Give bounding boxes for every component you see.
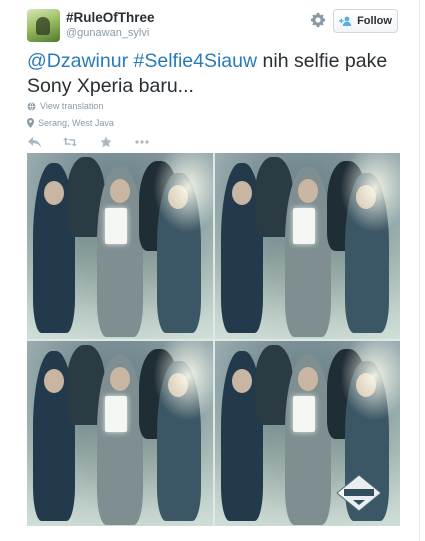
tweet-card: #RuleOfThree @gunawan_sylvi Follow @Dzaw…	[0, 0, 420, 541]
avatar-figure	[36, 17, 50, 35]
reply-icon[interactable]	[27, 135, 41, 149]
retweet-icon[interactable]	[63, 135, 77, 149]
location-label: Serang, West Java	[38, 118, 114, 128]
globe-icon	[27, 101, 36, 111]
tweet-location[interactable]: Serang, West Java	[27, 118, 114, 128]
hashtag-link[interactable]: #Selfie4Siauw	[134, 50, 258, 72]
user-avatar[interactable]	[27, 9, 60, 42]
location-pin-icon	[27, 118, 34, 128]
favorite-icon[interactable]	[99, 135, 113, 149]
retrica-logo	[336, 474, 382, 512]
more-icon[interactable]	[135, 135, 149, 149]
view-translation-label: View translation	[40, 101, 104, 111]
follow-button[interactable]: Follow	[333, 9, 398, 33]
user-name[interactable]: #RuleOfThree	[66, 10, 155, 25]
photo-tile	[27, 153, 213, 339]
view-translation[interactable]: View translation	[27, 101, 103, 111]
tweet-photo[interactable]	[27, 153, 400, 526]
mention-link[interactable]: @Dzawinur	[27, 50, 128, 72]
photo-tile	[214, 153, 400, 339]
tweet-text: @Dzawinur #Selfie4Siauw nih selfie pake …	[27, 49, 407, 99]
tweet-actions	[27, 134, 171, 150]
user-handle[interactable]: @gunawan_sylvi	[66, 27, 149, 39]
follow-button-label: Follow	[357, 15, 392, 27]
add-user-icon	[339, 16, 352, 26]
gear-icon[interactable]	[310, 12, 326, 28]
photo-tile	[27, 340, 213, 526]
